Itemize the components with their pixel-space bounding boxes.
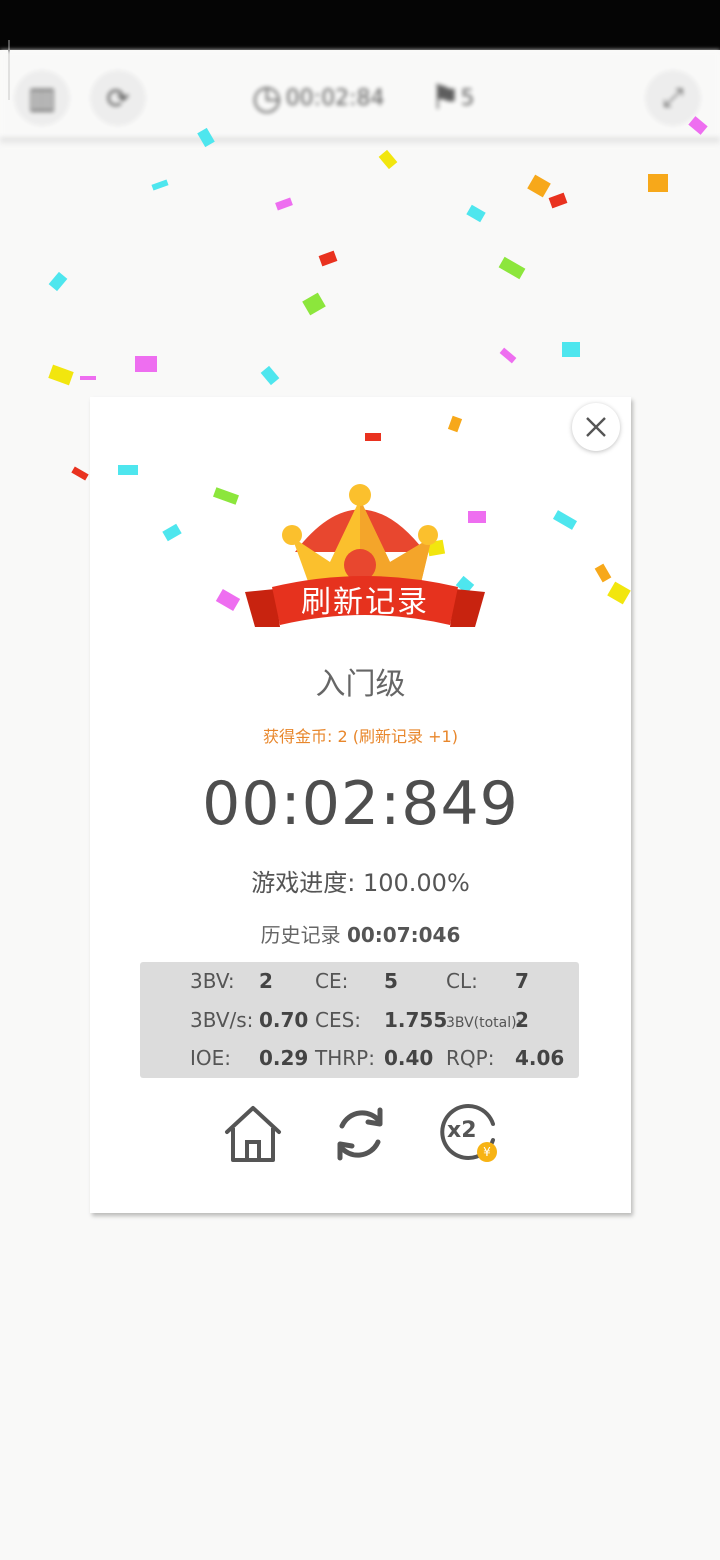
double-label: x2	[447, 1118, 477, 1143]
confetti-piece	[71, 466, 89, 481]
stat-label: 3BV:	[190, 969, 235, 993]
confetti-piece	[260, 365, 280, 386]
stat-value: 0.29	[259, 1046, 309, 1070]
coin-icon: ¥	[477, 1142, 497, 1162]
confetti-piece	[594, 563, 612, 583]
coin-symbol: ¥	[483, 1145, 491, 1159]
confetti-piece	[48, 364, 74, 386]
stat-3bv: 3BV: 2	[190, 962, 273, 1000]
close-button[interactable]	[572, 403, 620, 451]
stat-value: 2	[259, 969, 273, 993]
stat-ce: CE: 5	[315, 962, 398, 1000]
stat-value: 2	[515, 1008, 529, 1032]
confetti-piece	[466, 204, 486, 223]
coins-earned: 获得金币: 2 (刷新记录 +1)	[263, 727, 458, 746]
stat-label: RQP:	[446, 1046, 495, 1070]
stat-rqp: RQP: 4.06	[446, 1039, 564, 1077]
stat-3bv-total: 3BV(total): 2	[446, 1001, 529, 1039]
record-dialog: 刷新记录 入门级 获得金币: 2 (刷新记录 +1) 00:02:849 游戏进…	[90, 397, 631, 1213]
confetti-piece	[162, 523, 182, 542]
stat-value: 5	[384, 969, 398, 993]
double-reward-button[interactable]: x2 ¥	[437, 1102, 501, 1166]
action-bar: x2 ¥	[90, 1102, 631, 1172]
confetti-piece	[527, 174, 551, 198]
flag-count: 5	[460, 85, 475, 111]
confetti-piece	[378, 149, 398, 170]
stat-label: IOE:	[190, 1046, 232, 1070]
record-crown-badge: 刷新记录	[240, 437, 490, 637]
confetti-piece	[607, 581, 631, 605]
level-title: 入门级	[315, 667, 406, 702]
clock-icon: ◷	[252, 78, 282, 118]
history-record: 历史记录 00:07:046	[90, 919, 631, 948]
restart-button[interactable]: ⟳	[90, 70, 146, 126]
stat-thrp: THRP: 0.40	[315, 1039, 433, 1077]
retry-icon	[337, 1107, 383, 1161]
stat-3bv-per-sec: 3BV/s: 0.70	[190, 1001, 308, 1039]
confetti-piece	[48, 271, 68, 292]
history-value: 00:07:046	[346, 923, 461, 947]
confetti-piece	[552, 510, 578, 530]
stat-cl: CL: 7	[446, 962, 529, 1000]
stats-panel: 3BV: 2 CE: 5 CL: 7 3BV/s: 0.70 CES: 1.75…	[140, 962, 579, 1078]
confetti-piece	[302, 292, 326, 316]
confetti-piece	[498, 256, 526, 280]
confetti-piece	[499, 347, 517, 364]
stat-label: 3BV(total):	[446, 1015, 522, 1031]
restart-icon: ⟳	[106, 81, 130, 115]
stat-value: 7	[515, 969, 529, 993]
timer-display: ◷ 00:02:84	[252, 70, 384, 126]
progress-value: 100.00%	[362, 869, 470, 897]
stat-label: CL:	[446, 969, 478, 993]
confetti-piece	[213, 487, 239, 505]
confetti-piece	[151, 179, 169, 191]
stat-value: 1.755	[384, 1008, 448, 1032]
close-icon	[586, 417, 606, 437]
confetti-piece	[80, 376, 96, 380]
confetti-piece	[318, 250, 338, 267]
stat-value: 4.06	[515, 1046, 565, 1070]
flag-counter: ⚑ 5	[430, 70, 474, 126]
toolbar-timer: 00:02:84	[285, 85, 385, 111]
stat-value: 0.70	[259, 1008, 309, 1032]
stat-label: 3BV/s:	[190, 1008, 254, 1032]
status-bar	[0, 0, 720, 50]
retry-button[interactable]	[328, 1102, 392, 1166]
stat-value: 0.40	[384, 1046, 434, 1070]
finish-time: 00:02:849	[202, 769, 519, 839]
expand-icon: ⤢	[662, 82, 684, 113]
stat-label: THRP:	[315, 1046, 375, 1070]
stat-label: CES:	[315, 1008, 362, 1032]
menu-button[interactable]: ▥	[14, 70, 70, 126]
menu-icon: ▥	[27, 80, 57, 116]
confetti-piece	[135, 356, 157, 372]
stat-ces: CES: 1.755	[315, 1001, 447, 1039]
confetti-piece	[648, 174, 668, 192]
confetti-piece	[562, 342, 580, 357]
confetti-piece	[447, 415, 463, 433]
confetti-piece	[215, 588, 241, 612]
flag-icon: ⚑	[430, 78, 461, 118]
confetti-piece	[275, 197, 293, 211]
home-icon	[225, 1106, 281, 1162]
banner-text: 刷新记录	[301, 585, 429, 620]
progress-label: 游戏进度:	[251, 869, 356, 897]
game-toolbar: ▥ ⟳ ◷ 00:02:84 ⚑ 5 ⤢	[0, 50, 720, 145]
confetti-piece	[118, 465, 138, 475]
game-progress: 游戏进度: 100.00%	[90, 863, 631, 898]
confetti-piece	[548, 192, 568, 209]
history-label: 历史记录	[260, 923, 341, 947]
home-button[interactable]	[221, 1102, 285, 1166]
stat-ioe: IOE: 0.29	[190, 1039, 308, 1077]
stat-label: CE:	[315, 969, 349, 993]
